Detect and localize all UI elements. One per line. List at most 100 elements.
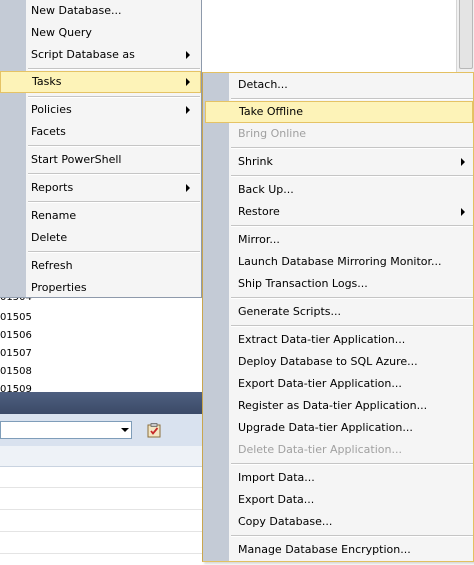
menu-item-take-offline[interactable]: Take Offline — [205, 101, 473, 123]
menu-item-import-data[interactable]: Import Data... — [205, 467, 473, 489]
menu-item-deploy-to-sql-azure[interactable]: Deploy Database to SQL Azure... — [205, 351, 473, 373]
menu-item-label: New Database... — [31, 4, 122, 17]
menu-item-facets[interactable]: Facets — [0, 121, 201, 143]
menu-item-properties[interactable]: Properties — [0, 277, 201, 299]
menu-item-tasks[interactable]: Tasks — [0, 71, 201, 93]
menu-item-label: New Query — [31, 26, 92, 39]
menu-separator — [231, 98, 473, 100]
result-row: 01505 — [0, 312, 32, 323]
menu-item-rename[interactable]: Rename — [0, 205, 201, 227]
menu-item-label: Register as Data-tier Application... — [238, 399, 428, 412]
menu-item-label: Delete — [31, 231, 68, 244]
menu-item-upgrade-data-tier-app[interactable]: Upgrade Data-tier Application... — [205, 417, 473, 439]
menu-item-manage-encryption[interactable]: Manage Database Encryption... — [205, 539, 473, 561]
menu-item-delete-data-tier-app: Delete Data-tier Application... — [205, 439, 473, 461]
menu-separator — [28, 173, 200, 175]
menu-item-label: Export Data-tier Application... — [238, 377, 402, 390]
menu-item-ship-transaction-logs[interactable]: Ship Transaction Logs... — [205, 273, 473, 295]
menu-item-label: Delete Data-tier Application... — [238, 443, 402, 456]
menu-item-export-data[interactable]: Export Data... — [205, 489, 473, 511]
grid-row-line — [0, 553, 202, 554]
dropdown-select[interactable] — [0, 421, 132, 439]
menu-item-label: Mirror... — [238, 233, 280, 246]
menu-item-detach[interactable]: Detach... — [205, 74, 473, 96]
chevron-right-icon — [186, 184, 190, 192]
chevron-right-icon — [461, 158, 465, 166]
tasks-submenu: Detach... Take Offline Bring Online Shri… — [202, 72, 474, 562]
menu-item-label: Deploy Database to SQL Azure... — [238, 355, 418, 368]
grid-row-line — [0, 487, 202, 488]
menu-separator — [231, 225, 473, 227]
menu-item-bring-online: Bring Online — [205, 123, 473, 145]
scrollbar-thumb[interactable] — [459, 0, 473, 69]
chevron-right-icon — [186, 78, 190, 86]
menu-item-label: Tasks — [32, 75, 62, 88]
menu-item-new-database[interactable]: New Database... — [0, 0, 201, 22]
menu-item-reports[interactable]: Reports — [0, 177, 201, 199]
menu-item-launch-mirroring-monitor[interactable]: Launch Database Mirroring Monitor... — [205, 251, 473, 273]
menu-item-label: Script Database as — [31, 48, 135, 61]
menu-item-label: Shrink — [238, 155, 273, 168]
menu-item-label: Upgrade Data-tier Application... — [238, 421, 413, 434]
result-row: 01507 — [0, 348, 32, 359]
menu-separator — [28, 68, 200, 70]
menu-item-label: Detach... — [238, 78, 288, 91]
chevron-right-icon — [186, 51, 190, 59]
menu-separator — [231, 463, 473, 465]
result-row: 01508 — [0, 366, 32, 377]
menu-item-label: Ship Transaction Logs... — [238, 277, 368, 290]
grid-header — [0, 446, 202, 467]
menu-item-copy-database[interactable]: Copy Database... — [205, 511, 473, 533]
menu-item-label: Extract Data-tier Application... — [238, 333, 406, 346]
menu-item-label: Take Offline — [239, 105, 303, 118]
menu-item-start-powershell[interactable]: Start PowerShell — [0, 149, 201, 171]
result-row: 01506 — [0, 330, 32, 341]
menu-item-shrink[interactable]: Shrink — [205, 151, 473, 173]
menu-separator — [28, 145, 200, 147]
menu-item-restore[interactable]: Restore — [205, 201, 473, 223]
menu-item-extract-data-tier-app[interactable]: Extract Data-tier Application... — [205, 329, 473, 351]
clipboard-check-icon[interactable] — [147, 423, 161, 438]
menu-item-delete[interactable]: Delete — [0, 227, 201, 249]
database-context-menu: New Database... New Query Script Databas… — [0, 0, 202, 298]
menu-item-label: Manage Database Encryption... — [238, 543, 411, 556]
menu-item-label: Start PowerShell — [31, 153, 122, 166]
menu-item-new-query[interactable]: New Query — [0, 22, 201, 44]
menu-item-label: Launch Database Mirroring Monitor... — [238, 255, 442, 268]
result-row: 01509 — [0, 384, 32, 392]
chevron-down-icon[interactable] — [121, 428, 129, 432]
results-panel: 01504 01505 01506 01507 01508 01509 — [0, 298, 202, 392]
chevron-right-icon — [461, 208, 465, 216]
menu-item-policies[interactable]: Policies — [0, 99, 201, 121]
menu-item-script-database-as[interactable]: Script Database as — [0, 44, 201, 66]
menu-item-label: Refresh — [31, 259, 73, 272]
menu-separator — [231, 535, 473, 537]
menu-separator — [28, 251, 200, 253]
menu-item-refresh[interactable]: Refresh — [0, 255, 201, 277]
screen: 01504 01505 01506 01507 01508 01509 New … — [0, 0, 474, 565]
grid-row-line — [0, 531, 202, 532]
menu-separator — [231, 325, 473, 327]
menu-separator — [231, 175, 473, 177]
menu-item-generate-scripts[interactable]: Generate Scripts... — [205, 301, 473, 323]
menu-item-label: Import Data... — [238, 471, 315, 484]
menu-item-export-data-tier-app[interactable]: Export Data-tier Application... — [205, 373, 473, 395]
menu-item-label: Rename — [31, 209, 77, 222]
menu-item-label: Policies — [31, 103, 72, 116]
menu-item-label: Properties — [31, 281, 87, 294]
menu-item-register-data-tier-app[interactable]: Register as Data-tier Application... — [205, 395, 473, 417]
panel-title-bar — [0, 392, 202, 414]
menu-item-mirror[interactable]: Mirror... — [205, 229, 473, 251]
menu-item-label: Facets — [31, 125, 66, 138]
menu-item-label: Restore — [238, 205, 280, 218]
menu-separator — [28, 96, 200, 98]
menu-item-label: Reports — [31, 181, 74, 194]
menu-item-label: Export Data... — [238, 493, 315, 506]
menu-item-back-up[interactable]: Back Up... — [205, 179, 473, 201]
menu-item-label: Bring Online — [238, 127, 307, 140]
menu-item-label: Back Up... — [238, 183, 294, 196]
menu-separator — [28, 201, 200, 203]
menu-separator — [231, 297, 473, 299]
chevron-right-icon — [186, 106, 190, 114]
menu-item-label: Generate Scripts... — [238, 305, 341, 318]
